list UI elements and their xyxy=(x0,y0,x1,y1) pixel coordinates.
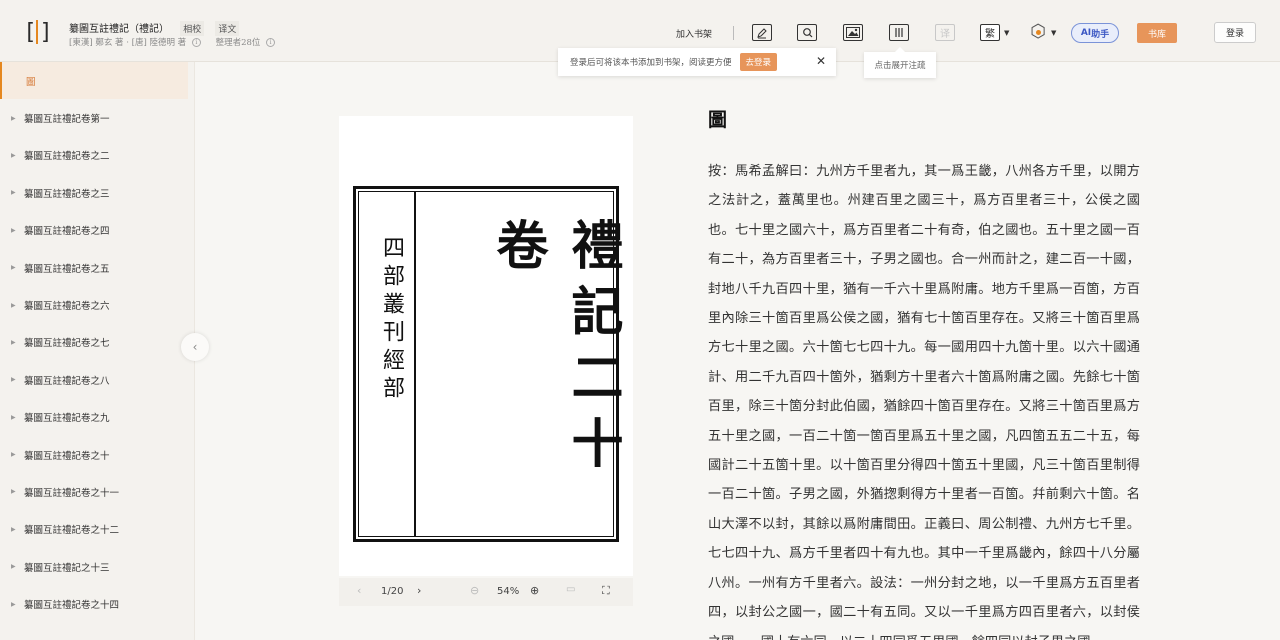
chevron-right-icon: ▶ xyxy=(11,563,16,571)
sidebar-item[interactable]: ▶ 纂圖互註禮記卷之十二 xyxy=(0,511,194,548)
page-scan-viewer[interactable]: 四部叢刊經部 禮記二十卷 xyxy=(339,116,633,576)
sidebar-item-figure[interactable]: 圖 xyxy=(0,62,188,100)
tag-collation[interactable]: 相校 xyxy=(180,21,205,36)
chevron-right-icon: ▶ xyxy=(11,488,16,496)
sidebar-item-label: 纂圖互註禮記卷第一 xyxy=(24,114,110,126)
book-title-row: 纂圖互註禮記（禮記） 相校 译文 xyxy=(69,20,240,36)
sidebar-item-label: 纂圖互註禮記卷之十 xyxy=(24,450,110,462)
book-editors: 整理者28位 xyxy=(215,38,261,48)
zoom-in-icon[interactable]: ⊕ xyxy=(530,584,539,597)
book-authors: [東漢] 鄭玄 著 · [唐] 陸德明 著 xyxy=(69,38,187,48)
zoom-level: 54% xyxy=(497,586,520,597)
login-toast: 登录后可将该本书添加到书架，阅读更方便 去登录 ✕ xyxy=(558,48,836,76)
chevron-right-icon: ▶ xyxy=(11,114,16,122)
chevron-right-icon: ▶ xyxy=(11,413,16,421)
sidebar-item[interactable]: ▶ 纂圖互註禮記卷之五 xyxy=(0,249,194,286)
sidebar-item-label: 纂圖互註禮記卷之六 xyxy=(24,301,110,313)
info-icon[interactable]: i xyxy=(191,38,201,47)
collapse-sidebar-button[interactable]: ‹ xyxy=(181,333,209,361)
zoom-out-icon[interactable]: ⊖ xyxy=(470,584,479,597)
sidebar-item-label: 纂圖互註禮記卷之五 xyxy=(24,263,110,275)
toast-login-button[interactable]: 去登录 xyxy=(739,53,778,71)
sidebar-item[interactable]: ▶ 纂圖互註禮記卷之十一 xyxy=(0,473,194,510)
tag-translation[interactable]: 译文 xyxy=(215,21,240,36)
chevron-right-icon: ▶ xyxy=(11,451,16,459)
traditional-chinese-button[interactable]: 繁 xyxy=(980,24,1000,41)
transcription-text: 按：馬希孟解曰：九州方千里者九，其一爲王畿，八州各方千里，以開方之法計之，蓋萬里… xyxy=(708,164,1140,640)
chevron-right-icon: ▶ xyxy=(11,151,16,159)
sidebar-item-label: 纂圖互註禮記卷之十四 xyxy=(24,600,120,612)
scan-inner-frame: 四部叢刊經部 禮記二十卷 xyxy=(358,191,623,537)
login-button[interactable]: 登录 xyxy=(1214,22,1256,43)
chevron-right-icon: ▶ xyxy=(11,226,16,234)
page-indicator: 1/20 xyxy=(381,586,404,597)
sidebar-item[interactable]: ▶ 纂圖互註禮記卷之三 xyxy=(0,174,194,211)
sidebar-item[interactable]: ▶ 纂圖互註禮記之十三 xyxy=(0,548,194,585)
search-icon[interactable] xyxy=(797,24,817,41)
ai-label: 助手 xyxy=(1091,29,1110,40)
sidebar-item-label: 纂圖互註禮記卷之十一 xyxy=(24,487,120,499)
sidebar-item[interactable]: ▶ 纂圖互註禮記卷之七 xyxy=(0,324,194,361)
sidebar-item-label: 纂圖互註禮記卷之九 xyxy=(24,413,110,425)
scan-book-title: 禮記二十卷 xyxy=(487,218,623,482)
toast-message: 登录后可将该本书添加到书架，阅读更方便 xyxy=(570,58,732,68)
fullscreen-icon[interactable]: ⛶ xyxy=(602,584,610,598)
sidebar-item[interactable]: ▶ 纂圖互註禮記卷之二 xyxy=(0,137,194,174)
chevron-right-icon: ▶ xyxy=(11,376,16,384)
ai-assistant-button[interactable]: AI 助手 xyxy=(1071,23,1119,43)
chevron-right-icon: ▶ xyxy=(11,338,16,346)
sidebar-item-label: 纂圖互註禮記之十三 xyxy=(24,562,110,574)
next-page-icon[interactable]: › xyxy=(417,584,421,597)
prev-page-icon[interactable]: ‹ xyxy=(357,584,361,597)
sidebar-item[interactable]: ▶ 纂圖互註禮記卷第一 xyxy=(0,99,194,136)
chevron-down-icon[interactable]: ▼ xyxy=(1004,29,1009,37)
sidebar-item-label: 圖 xyxy=(26,76,36,88)
sidebar-item[interactable]: ▶ 纂圖互註禮記卷之十四 xyxy=(0,585,194,622)
sidebar-item-label: 纂圖互註禮記卷之十二 xyxy=(24,525,120,537)
columns-icon[interactable] xyxy=(889,24,909,41)
viewer-toolbar: ‹ 1/20 › ⊖ 54% ⊕ ▭ ⛶ xyxy=(339,578,633,606)
ai-prefix: AI xyxy=(1080,28,1092,38)
expand-annotation-tooltip: 点击展开注疏 xyxy=(864,47,936,78)
info-icon[interactable]: i xyxy=(266,38,276,47)
scan-divider xyxy=(414,192,416,536)
toolbar-divider xyxy=(733,26,734,40)
chevron-left-icon: ‹ xyxy=(192,340,198,354)
scan-series-text: 四部叢刊經部 xyxy=(379,236,404,404)
image-icon[interactable] xyxy=(843,24,863,41)
book-title: 纂圖互註禮記（禮記） xyxy=(69,24,169,35)
chevron-right-icon: ▶ xyxy=(11,189,16,197)
close-icon[interactable]: ✕ xyxy=(816,54,826,68)
sidebar-item[interactable]: ▶ 纂圖互註禮記卷之十 xyxy=(0,436,194,473)
sidebar-item[interactable]: ▶ 纂圖互註禮記卷之六 xyxy=(0,286,194,323)
sidebar-item[interactable]: ▶ 纂圖互註禮記卷之九 xyxy=(0,399,194,436)
chevron-down-icon[interactable]: ▼ xyxy=(1051,29,1056,37)
chevron-right-icon: ▶ xyxy=(11,600,16,608)
pen-square-icon[interactable] xyxy=(752,24,772,41)
chevron-right-icon: ▶ xyxy=(11,264,16,272)
chapter-sidebar: 圖 ▶ 纂圖互註禮記卷第一 ▶ 纂圖互註禮記卷之二 ▶ 纂圖互註禮記卷之三 ▶ 纂圖互註… xyxy=(0,62,195,640)
add-to-shelf-button[interactable]: 加入书架 xyxy=(676,27,712,40)
theme-dot-icon xyxy=(1036,30,1041,35)
section-title: 圖 xyxy=(708,109,728,131)
actual-size-icon[interactable]: ▭ xyxy=(566,584,575,595)
translate-button[interactable]: 译 xyxy=(935,24,955,41)
site-logo[interactable]: [] xyxy=(22,18,52,46)
sidebar-item[interactable]: ▶ 纂圖互註禮記卷之四 xyxy=(0,212,194,249)
sidebar-item-label: 纂圖互註禮記卷之三 xyxy=(24,188,110,200)
chevron-right-icon: ▶ xyxy=(11,525,16,533)
transcription-panel: 圖 按：馬希孟解曰：九州方千里者九，其一爲王畿，八州各方千里，以開方之法計之，蓋… xyxy=(708,104,1140,640)
sidebar-item[interactable]: ▶ 纂圖互註禮記卷之八 xyxy=(0,361,194,398)
scan-frame: 四部叢刊經部 禮記二十卷 xyxy=(353,186,623,542)
sidebar-item-label: 纂圖互註禮記卷之八 xyxy=(24,375,110,387)
sidebar-item-label: 纂圖互註禮記卷之四 xyxy=(24,226,110,238)
sidebar-item-label: 纂圖互註禮記卷之二 xyxy=(24,151,110,163)
library-button[interactable]: 书库 xyxy=(1137,23,1177,43)
book-meta: [東漢] 鄭玄 著 · [唐] 陸德明 著 i 整理者28位 i xyxy=(69,36,276,48)
chevron-right-icon: ▶ xyxy=(11,301,16,309)
sidebar-item-label: 纂圖互註禮記卷之七 xyxy=(24,338,110,350)
